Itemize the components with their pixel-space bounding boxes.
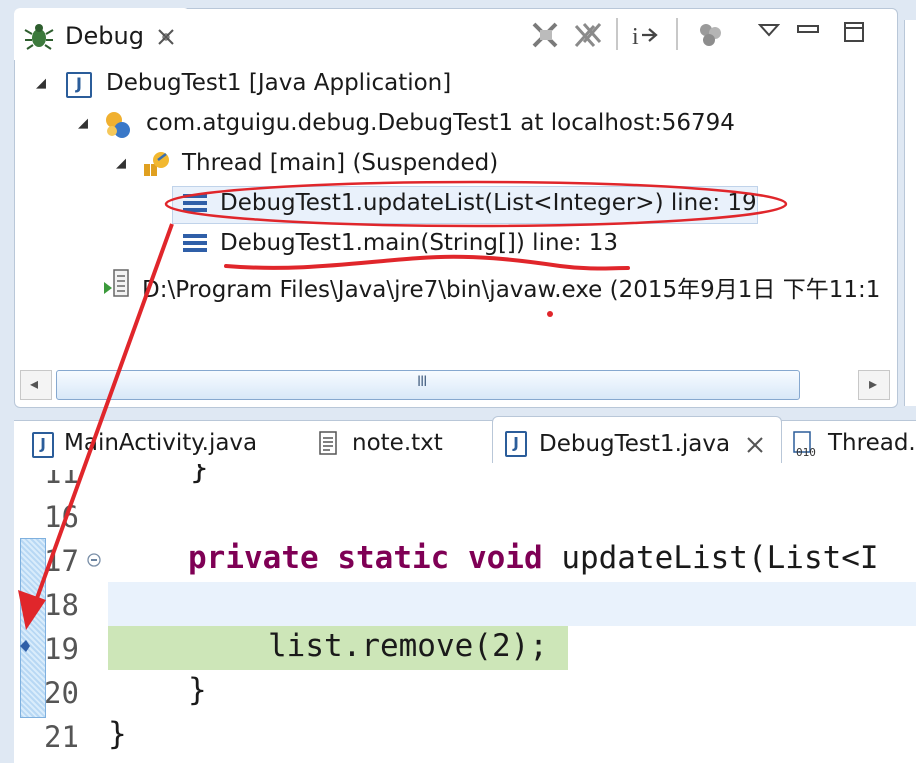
view-menu-icon[interactable] bbox=[758, 22, 780, 38]
svg-text:i: i bbox=[632, 24, 639, 50]
tree-item-thread[interactable]: Thread [main] (Suspended) bbox=[182, 150, 498, 176]
class-file-icon: 010 bbox=[793, 431, 816, 458]
process-icon bbox=[104, 269, 129, 297]
tree-item-app[interactable]: DebugTest1 [Java Application] bbox=[106, 70, 451, 96]
minimize-icon[interactable] bbox=[796, 22, 822, 38]
step-filter-icon[interactable] bbox=[696, 20, 726, 50]
line-number: 11 bbox=[44, 464, 79, 490]
expand-arrow-icon[interactable]: ◢ bbox=[78, 116, 88, 131]
java-file-icon: J bbox=[505, 431, 527, 457]
chevron-right-icon: ▸ bbox=[869, 374, 878, 393]
maximize-icon[interactable] bbox=[842, 20, 866, 46]
debug-toolbar: i bbox=[526, 16, 896, 54]
fold-toggle-icon[interactable] bbox=[86, 552, 102, 568]
keyword: private bbox=[188, 540, 319, 576]
tree-item-process[interactable]: D:\Program Files\Java\jre7\bin\javaw.exe… bbox=[142, 270, 896, 304]
close-icon[interactable] bbox=[156, 27, 176, 47]
text-file-icon bbox=[319, 431, 337, 455]
line-number: 17 bbox=[44, 544, 79, 578]
toolbar-separator bbox=[676, 18, 678, 50]
toolbar-separator bbox=[616, 18, 618, 50]
line-number: 20 bbox=[44, 676, 79, 710]
debug-target-icon bbox=[106, 112, 130, 138]
tab-debugtest1[interactable]: J DebugTest1.java bbox=[492, 416, 782, 463]
keyword: void bbox=[467, 540, 543, 576]
chevron-left-icon: ◂ bbox=[30, 374, 39, 393]
expand-arrow-icon[interactable]: ◢ bbox=[116, 156, 126, 171]
code-line-closing-brace: } bbox=[188, 672, 207, 708]
scroll-right-button[interactable]: ▸ bbox=[858, 370, 890, 400]
tree-item-vm[interactable]: com.atguigu.debug.DebugTest1 at localhos… bbox=[146, 110, 735, 136]
keyword: static bbox=[337, 540, 450, 576]
suspended-thread-icon bbox=[144, 152, 169, 176]
stack-frame-icon bbox=[183, 194, 207, 212]
tab-label: DebugTest1.java bbox=[539, 431, 731, 457]
scroll-thumb[interactable]: III bbox=[56, 370, 800, 400]
code-line-closing-brace: } bbox=[190, 464, 209, 486]
tree-item-frame-1[interactable]: DebugTest1.updateList(List<Integer>) lin… bbox=[220, 190, 757, 216]
line-number: 16 bbox=[44, 500, 79, 534]
editor-content[interactable]: 11 16 17 18 19 20 21 } private static vo… bbox=[14, 464, 916, 762]
code-line-method-declaration: private static void updateList(List<I bbox=[188, 540, 879, 576]
remove-terminated-icon[interactable] bbox=[528, 18, 562, 50]
tab-label: MainActivity.java bbox=[64, 430, 258, 456]
tree-item-frame-2[interactable]: DebugTest1.main(String[]) line: 13 bbox=[220, 230, 618, 256]
scroll-left-button[interactable]: ◂ bbox=[20, 370, 52, 400]
debug-gutter-highlight bbox=[20, 538, 46, 718]
svg-text:010: 010 bbox=[796, 446, 816, 458]
tab-note[interactable]: note.txt bbox=[306, 420, 486, 464]
use-step-filters-icon[interactable]: i bbox=[630, 20, 664, 50]
line-number: 19 bbox=[44, 632, 79, 666]
expand-arrow-icon[interactable]: ◢ bbox=[36, 76, 46, 91]
tab-mainactivity[interactable]: J MainActivity.java bbox=[20, 420, 290, 464]
bug-icon bbox=[24, 24, 54, 50]
debug-tab-title: Debug bbox=[65, 22, 144, 50]
adjacent-view-edge bbox=[904, 20, 916, 406]
stack-frame-icon bbox=[183, 234, 207, 252]
tab-label: Thread. bbox=[828, 430, 916, 456]
close-icon[interactable] bbox=[745, 435, 765, 455]
instruction-pointer-icon bbox=[20, 640, 30, 652]
method-signature: updateList(List<I bbox=[561, 540, 879, 576]
debug-view-tab[interactable]: Debug bbox=[14, 8, 190, 60]
java-file-icon: J bbox=[32, 432, 54, 458]
code-line-current: list.remove(2); bbox=[268, 628, 548, 664]
remove-all-terminated-icon[interactable] bbox=[572, 20, 604, 50]
tab-thread[interactable]: 010 Thread. bbox=[788, 420, 916, 464]
line-number: 21 bbox=[44, 720, 79, 754]
horizontal-scrollbar[interactable]: ◂ III ▸ bbox=[20, 368, 890, 400]
code-line-closing-brace: } bbox=[108, 716, 127, 752]
line-18-highlight bbox=[108, 582, 916, 626]
line-number: 18 bbox=[44, 588, 79, 622]
scroll-grip-icon: III bbox=[417, 374, 427, 390]
java-application-icon: J bbox=[66, 72, 92, 98]
tab-label: note.txt bbox=[352, 430, 443, 456]
